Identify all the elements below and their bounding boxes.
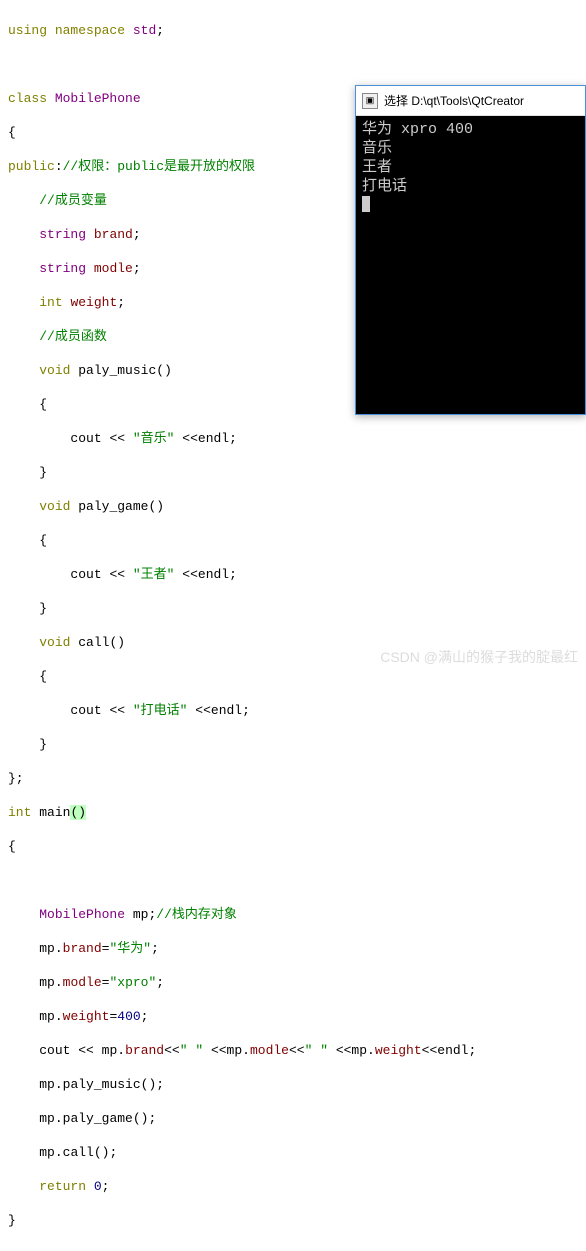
code-line: [8, 56, 578, 73]
code-line: cout << "王者" <<endl;: [8, 566, 578, 583]
console-output: 华为 xpro 400 音乐 王者 打电话: [356, 116, 585, 414]
console-cursor: [362, 196, 370, 212]
code-line: mp.paly_game();: [8, 1110, 578, 1127]
code-line: return 0;: [8, 1178, 578, 1195]
console-line: 华为 xpro 400: [362, 120, 579, 139]
console-line: 王者: [362, 158, 579, 177]
code-line: }: [8, 1212, 578, 1229]
code-line: cout << mp.brand<<" " <<mp.modle<<" " <<…: [8, 1042, 578, 1059]
code-line: {: [8, 838, 578, 855]
code-line: }: [8, 600, 578, 617]
code-line: };: [8, 770, 578, 787]
code-line: {: [8, 668, 578, 685]
code-line: void paly_game(): [8, 498, 578, 515]
console-app-icon: ▣: [362, 93, 378, 109]
console-line: 音乐: [362, 139, 579, 158]
code-line: mp.weight=400;: [8, 1008, 578, 1025]
code-line: cout << "音乐" <<endl;: [8, 430, 578, 447]
code-line: mp.call();: [8, 1144, 578, 1161]
code-line: MobilePhone mp;//栈内存对象: [8, 906, 578, 923]
code-line: mp.modle="xpro";: [8, 974, 578, 991]
console-title: 选择 D:\qt\Tools\QtCreator: [384, 92, 524, 109]
console-line: 打电话: [362, 177, 579, 196]
code-line: [8, 872, 578, 889]
code-line: int main(): [8, 804, 578, 821]
console-window[interactable]: ▣ 选择 D:\qt\Tools\QtCreator 华为 xpro 400 音…: [355, 85, 586, 415]
code-line: void call(): [8, 634, 578, 651]
code-line: mp.brand="华为";: [8, 940, 578, 957]
code-line: cout << "打电话" <<endl;: [8, 702, 578, 719]
code-line: using namespace std;: [8, 22, 578, 39]
code-line: mp.paly_music();: [8, 1076, 578, 1093]
code-line: }: [8, 736, 578, 753]
console-titlebar[interactable]: ▣ 选择 D:\qt\Tools\QtCreator: [356, 86, 585, 116]
code-line: {: [8, 532, 578, 549]
code-line: }: [8, 464, 578, 481]
